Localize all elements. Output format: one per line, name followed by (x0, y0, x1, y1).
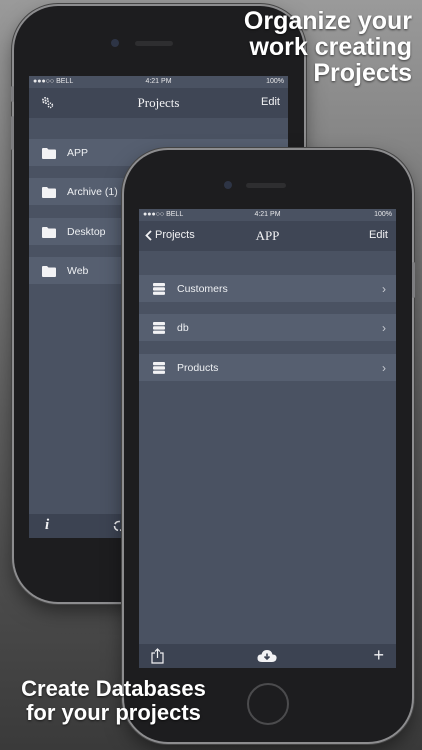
battery-label: 100% (374, 211, 392, 218)
mute-switch (11, 86, 14, 102)
list-item-label: Desktop (67, 225, 106, 238)
database-icon (153, 361, 165, 374)
page-title: Projects (137, 95, 180, 110)
folder-icon (42, 226, 56, 238)
info-icon[interactable]: i (45, 517, 49, 534)
database-icon (153, 321, 165, 334)
earpiece-speaker (135, 41, 173, 46)
home-button (247, 683, 289, 725)
list-item-label: Web (67, 264, 89, 277)
headline-bottom: Create Databases for your projects (21, 676, 206, 725)
edit-button[interactable]: Edit (261, 96, 280, 108)
status-bar: ●●●○○ BELL 4:21 PM 100% (139, 209, 396, 221)
app-screen: ●●●○○ BELL 4:21 PM 100% Projects APP Edi… (139, 209, 396, 668)
list-item[interactable]: Customers › (139, 275, 396, 302)
front-camera (224, 181, 232, 189)
list-item-label: APP (67, 146, 89, 159)
chevron-right-icon: › (382, 361, 386, 375)
list-item-label: db (177, 321, 189, 334)
chevron-right-icon: › (382, 282, 386, 296)
list-item[interactable]: db › (139, 314, 396, 341)
chevron-right-icon: › (382, 321, 386, 335)
database-icon (153, 282, 165, 295)
folder-icon (42, 186, 56, 198)
projects-navbar: Projects Edit (29, 88, 288, 118)
front-camera (111, 39, 119, 47)
folder-icon (42, 147, 56, 159)
list-item-label: Products (177, 361, 219, 374)
list-item-label: Customers (177, 282, 228, 295)
share-icon[interactable] (151, 648, 164, 664)
phone-app: ●●●○○ BELL 4:21 PM 100% Projects APP Edi… (124, 150, 415, 742)
power-button (412, 262, 415, 298)
edit-button[interactable]: Edit (369, 229, 388, 241)
list-item[interactable]: Products › (139, 354, 396, 381)
plus-icon[interactable]: + (373, 645, 384, 666)
page-title: APP (255, 228, 280, 243)
app-navbar: Projects APP Edit (139, 221, 396, 251)
list-item-label: Archive (1) (67, 185, 118, 198)
folder-icon (42, 265, 56, 277)
app-toolbar: + (139, 644, 396, 668)
volume-up-button (11, 116, 14, 150)
cloud-download-icon[interactable] (257, 649, 277, 663)
clock: 4:21 PM (254, 211, 281, 218)
earpiece-speaker (246, 183, 286, 188)
headline-top: Organize your work creating Projects (243, 7, 412, 87)
